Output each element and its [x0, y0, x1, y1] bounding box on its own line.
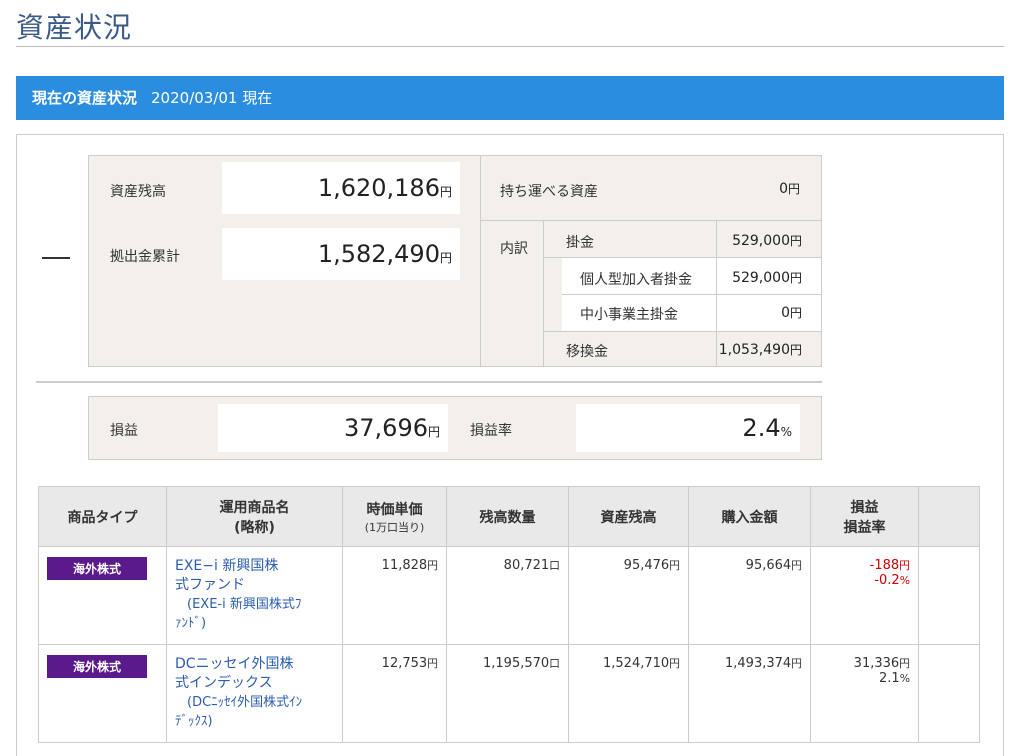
header-type: 商品タイプ — [38, 486, 167, 547]
asset-balance-value: 1,620,186円 — [317, 174, 452, 202]
profit-label: 損益 — [110, 423, 138, 439]
contribution-total-label: 拠出金累計 — [110, 249, 180, 265]
breakdown-contribution-label: 掛金 — [566, 235, 594, 251]
profit-value: 37,696円 — [344, 414, 440, 442]
breakdown-contribution-value: 529,000円 — [732, 233, 802, 249]
header-pl: 損益 損益率 — [810, 486, 919, 547]
header-price: 時価単価 (1万口当り) — [342, 486, 447, 547]
profit-rate-value: 2.4% — [742, 414, 792, 442]
divider — [480, 155, 481, 367]
page-title: 資産状況 — [16, 11, 133, 44]
section-header: 現在の資産状況 2020/03/01 現在 — [16, 76, 1004, 120]
asset-balance-label: 資産残高 — [110, 184, 166, 200]
type-cell: 海外株式 — [38, 546, 167, 645]
pl-cell: -188円 -0.2% — [810, 546, 919, 645]
contribution-total-value: 1,582,490円 — [317, 240, 452, 268]
divider — [543, 221, 544, 367]
holdings-table: 商品タイプ 運用商品名 (略称) 時価単価 (1万口当り) 残高数量 資産残高 購入… — [38, 486, 980, 743]
minus-icon[interactable] — [42, 257, 70, 259]
extra-cell — [918, 546, 980, 645]
table-row: 海外株式 DCニッセイ外国株 式インデックス (DCﾆｯｾｲ外国株式ｲﾝ ﾃﾞｯｸｽ)… — [38, 644, 980, 743]
portable-assets-label: 持ち運べる資産 — [500, 184, 598, 200]
portable-assets-value: 0円 — [779, 181, 800, 197]
balance-cell: 1,524,710円 — [568, 644, 689, 743]
balance-cell: 95,476円 — [568, 546, 689, 645]
pl-cell: 31,336円 2.1% — [810, 644, 919, 743]
breakdown-label: 内訳 — [500, 241, 528, 257]
breakdown-smb-label: 中小事業主掛金 — [580, 307, 678, 323]
header-purchase: 購入金額 — [688, 486, 811, 547]
section-date: 2020/03/01 現在 — [151, 89, 273, 107]
section-title: 現在の資産状況 — [32, 89, 138, 107]
extra-cell — [918, 644, 980, 743]
type-badge: 海外株式 — [47, 655, 147, 678]
fund-name-link[interactable]: DCニッセイ外国株 式インデックス (DCﾆｯｾｲ外国株式ｲﾝ ﾃﾞｯｸｽ) — [175, 655, 334, 731]
header-balance: 資産残高 — [568, 486, 689, 547]
purchase-cell: 95,664円 — [688, 546, 811, 645]
type-cell: 海外株式 — [38, 644, 167, 743]
divider — [481, 220, 822, 221]
header-qty: 残高数量 — [446, 486, 569, 547]
breakdown-individual-label: 個人型加入者掛金 — [580, 272, 692, 288]
table-row: 海外株式 EXE−i 新興国株 式ファンド (EXE-i 新興国株式ﾌ ｧﾝﾄﾞ) 1… — [38, 546, 980, 645]
qty-cell: 80,721口 — [446, 546, 569, 645]
breakdown-individual-value: 529,000円 — [732, 270, 802, 286]
qty-cell: 1,195,570口 — [446, 644, 569, 743]
fund-name-link[interactable]: EXE−i 新興国株 式ファンド (EXE-i 新興国株式ﾌ ｧﾝﾄﾞ) — [175, 557, 334, 633]
table-header-row: 商品タイプ 運用商品名 (略称) 時価単価 (1万口当り) 残高数量 資産残高 購入… — [38, 486, 980, 547]
header-name: 運用商品名 (略称) — [166, 486, 343, 547]
divider — [562, 294, 821, 295]
purchase-cell: 1,493,374円 — [688, 644, 811, 743]
type-badge: 海外株式 — [47, 557, 147, 580]
price-cell: 12,753円 — [342, 644, 447, 743]
price-cell: 11,828円 — [342, 546, 447, 645]
divider — [544, 331, 822, 332]
breakdown-transfer-value: 1,053,490円 — [718, 342, 802, 358]
title-divider — [16, 46, 1004, 47]
header-extra — [918, 486, 980, 547]
profit-rate-label: 損益率 — [470, 423, 512, 439]
fund-name-cell: DCニッセイ外国株 式インデックス (DCﾆｯｾｲ外国株式ｲﾝ ﾃﾞｯｸｽ) — [166, 644, 343, 743]
breakdown-transfer-label: 移換金 — [566, 344, 608, 360]
breakdown-smb-value: 0円 — [781, 305, 802, 321]
summary-separator — [36, 381, 822, 383]
fund-name-cell: EXE−i 新興国株 式ファンド (EXE-i 新興国株式ﾌ ｧﾝﾄﾞ) — [166, 546, 343, 645]
